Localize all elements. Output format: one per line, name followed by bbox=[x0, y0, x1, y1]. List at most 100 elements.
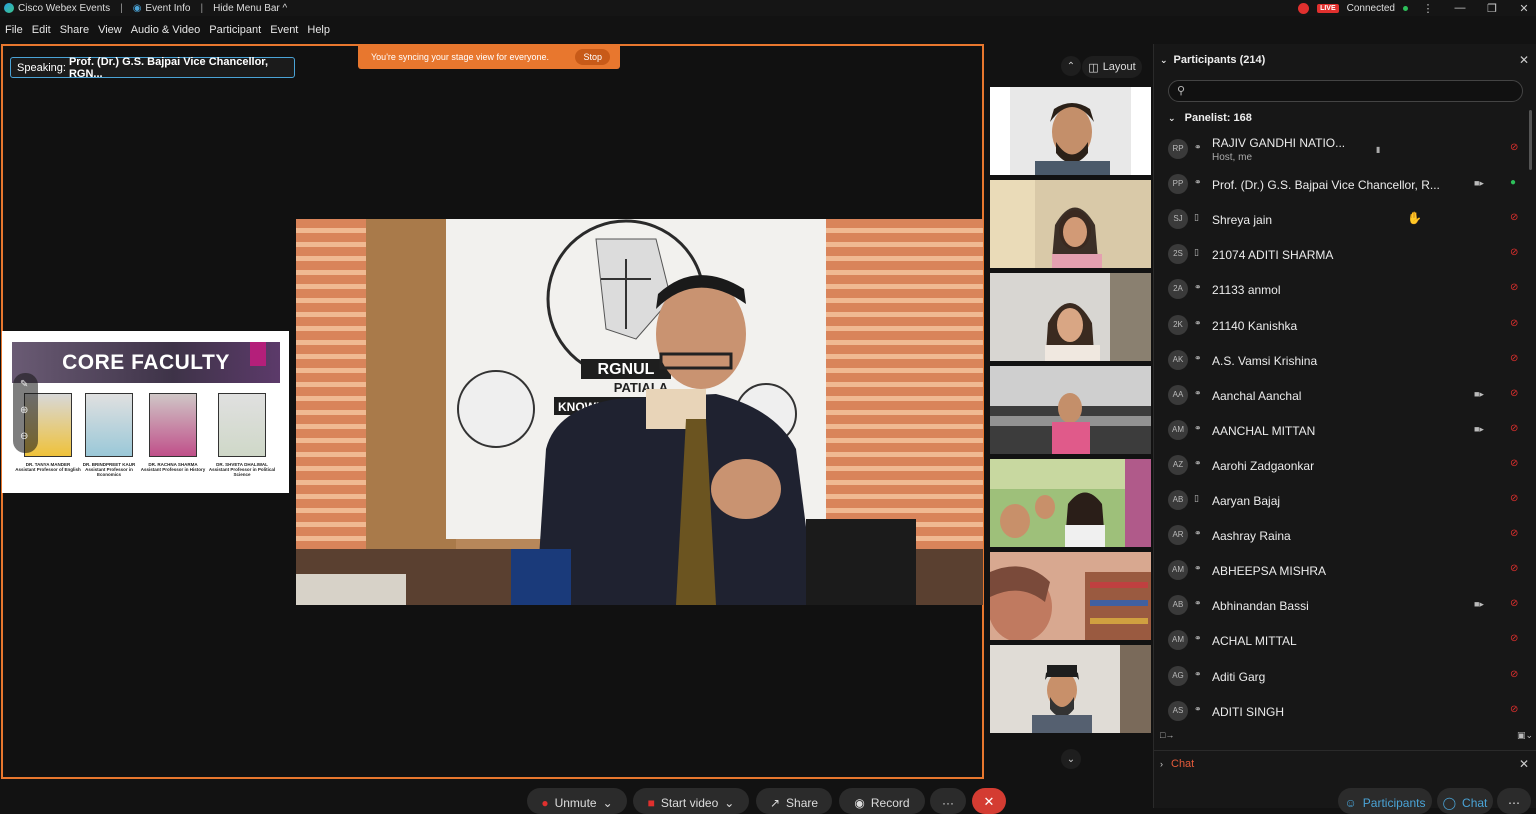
participant-row[interactable]: PP ⚭ Prof. (Dr.) G.S. Bajpai Vice Chancell… bbox=[1154, 167, 1536, 202]
filmstrip-scroll-up-button[interactable]: ⌃ bbox=[1061, 56, 1081, 76]
mic-muted-icon[interactable]: ⊘ bbox=[1510, 388, 1518, 399]
participant-video-thumbnail[interactable] bbox=[990, 366, 1151, 454]
participant-row[interactable]: AA ⚭ Aanchal Aanchal ■▸ ⊘ bbox=[1154, 378, 1536, 413]
more-options-icon[interactable]: ⋮ bbox=[1416, 2, 1440, 15]
participant-row[interactable]: RP ⚭ RAJIV GANDHI NATIO... Host, me ▮ ⊘ bbox=[1154, 132, 1536, 167]
zoom-in-icon[interactable]: ⊕ bbox=[20, 405, 28, 416]
mic-muted-icon[interactable]: ⊘ bbox=[1510, 669, 1518, 680]
start-video-button[interactable]: ■ Start video ⌄ bbox=[633, 788, 749, 814]
mic-muted-icon[interactable]: ⊘ bbox=[1510, 493, 1518, 504]
minimize-button[interactable]: — bbox=[1448, 2, 1472, 14]
mic-muted-icon[interactable]: ⊘ bbox=[1510, 423, 1518, 434]
leave-meeting-button[interactable]: ✕ bbox=[972, 788, 1006, 814]
share-button[interactable]: ↗ Share bbox=[756, 788, 832, 814]
menu-share[interactable]: Share bbox=[60, 24, 89, 40]
headset-icon: ⚭ bbox=[1194, 669, 1202, 679]
chat-toggle-button[interactable]: ◯ Chat bbox=[1437, 788, 1493, 814]
participant-video-thumbnail[interactable] bbox=[990, 180, 1151, 268]
participant-row[interactable]: AB ▯ Aaryan Bajaj ⊘ bbox=[1154, 483, 1536, 518]
mic-muted-icon[interactable]: ⊘ bbox=[1510, 563, 1518, 574]
annotate-icon[interactable]: ✎ bbox=[20, 379, 28, 390]
participant-row[interactable]: AB ⚭ Abhinandan Bassi ■▸ ⊘ bbox=[1154, 588, 1536, 623]
avatar: AM bbox=[1168, 630, 1188, 650]
zoom-out-icon[interactable]: ⊖ bbox=[20, 431, 28, 442]
participant-row[interactable]: AS ⚭ ADITI SINGH ⊘ bbox=[1154, 694, 1536, 729]
menu-view[interactable]: View bbox=[98, 24, 122, 40]
slide-annotation-toolbar[interactable]: ✎ ⊕ ⊖ bbox=[13, 373, 38, 453]
headset-icon: ⚭ bbox=[1194, 177, 1202, 187]
participant-video-thumbnail[interactable] bbox=[990, 87, 1151, 175]
menu-file[interactable]: File bbox=[5, 24, 23, 40]
layout-button[interactable]: ◫ Layout bbox=[1082, 56, 1142, 78]
participant-menu-icon[interactable]: ▣⌄ bbox=[1517, 730, 1533, 741]
participant-video-thumbnail[interactable] bbox=[990, 552, 1151, 640]
video-frame bbox=[990, 180, 1151, 268]
phone-icon: ▯ bbox=[1194, 212, 1199, 222]
restore-button[interactable]: ❐ bbox=[1480, 2, 1504, 15]
participants-toggle-button[interactable]: ☺ Participants bbox=[1338, 788, 1432, 814]
mic-muted-icon[interactable]: ⊘ bbox=[1510, 633, 1518, 644]
app-title: Cisco Webex Events bbox=[18, 2, 111, 14]
mic-muted-icon[interactable]: ⊘ bbox=[1510, 458, 1518, 469]
headset-icon: ⚭ bbox=[1194, 423, 1202, 433]
participant-row[interactable]: AM ⚭ ACHAL MITTAL ⊘ bbox=[1154, 623, 1536, 658]
mic-muted-icon[interactable]: ⊘ bbox=[1510, 598, 1518, 609]
title-separator: | bbox=[120, 2, 123, 14]
participants-panel-header[interactable]: ⌄ Participants (214) ✕ bbox=[1154, 44, 1536, 76]
participant-name: ADITI SINGH bbox=[1212, 705, 1285, 719]
participant-name: ABHEEPSA MISHRA bbox=[1212, 564, 1327, 578]
menu-help[interactable]: Help bbox=[307, 24, 330, 40]
admit-icon[interactable]: □→ bbox=[1160, 730, 1174, 740]
mic-muted-icon[interactable]: ⊘ bbox=[1510, 353, 1518, 364]
hide-menu-bar-button[interactable]: Hide Menu Bar ^ bbox=[213, 3, 287, 14]
chat-panel-header[interactable]: › Chat ✕ bbox=[1154, 750, 1536, 776]
recording-icon bbox=[1298, 2, 1310, 14]
mic-muted-icon[interactable]: ⊘ bbox=[1510, 318, 1518, 329]
mic-muted-icon[interactable]: ⊘ bbox=[1510, 704, 1518, 715]
participant-video-thumbnail[interactable] bbox=[990, 273, 1151, 361]
participant-video-thumbnail[interactable] bbox=[990, 645, 1151, 733]
menu-event[interactable]: Event bbox=[270, 24, 298, 40]
unmute-button[interactable]: ● Unmute ⌄ bbox=[527, 788, 627, 814]
mic-muted-icon[interactable]: ⊘ bbox=[1510, 528, 1518, 539]
participant-row[interactable]: 2K ⚭ 21140 Kanishka ⊘ bbox=[1154, 308, 1536, 343]
participant-search-box[interactable]: ⚲ bbox=[1168, 80, 1523, 102]
menu-participant[interactable]: Participant bbox=[209, 24, 261, 40]
participant-search-input[interactable] bbox=[1193, 83, 1513, 99]
participant-row[interactable]: AM ⚭ AANCHAL MITTAN ■▸ ⊘ bbox=[1154, 413, 1536, 448]
stop-sync-button[interactable]: Stop bbox=[575, 48, 610, 65]
participant-name: A.S. Vamsi Krishina bbox=[1212, 354, 1318, 368]
participant-row[interactable]: 2A ⚭ 21133 anmol ⊘ bbox=[1154, 272, 1536, 307]
panelist-group-header[interactable]: ⌄ Panelist: 168 bbox=[1168, 112, 1252, 124]
menu-edit[interactable]: Edit bbox=[32, 24, 51, 40]
close-window-button[interactable]: ✕ bbox=[1512, 2, 1536, 15]
participant-name: Aaryan Bajaj bbox=[1212, 494, 1281, 508]
video-frame bbox=[990, 552, 1151, 640]
participant-row[interactable]: AZ ⚭ Aarohi Zadgaonkar ⊘ bbox=[1154, 448, 1536, 483]
title-separator: | bbox=[200, 2, 204, 14]
participant-row[interactable]: AR ⚭ Aashray Raina ⊘ bbox=[1154, 518, 1536, 553]
mic-active-icon[interactable]: ● bbox=[1510, 177, 1516, 188]
event-info-button[interactable]: Event Info bbox=[145, 3, 190, 14]
more-options-button[interactable]: ··· bbox=[930, 788, 966, 814]
participant-row[interactable]: 2S ▯ 21074 ADITI SHARMA ⊘ bbox=[1154, 237, 1536, 272]
participant-row[interactable]: SJ ▯ Shreya jain ✋ ⊘ bbox=[1154, 202, 1536, 237]
participant-row[interactable]: AK ⚭ A.S. Vamsi Krishina ⊘ bbox=[1154, 343, 1536, 378]
filmstrip-scroll-down-button[interactable]: ⌄ bbox=[1061, 749, 1081, 769]
panel-more-button[interactable]: ⋯ bbox=[1497, 788, 1531, 814]
close-icon[interactable]: ✕ bbox=[1519, 53, 1529, 67]
record-button[interactable]: ◉ Record bbox=[839, 788, 925, 814]
participant-row[interactable]: AM ⚭ ABHEEPSA MISHRA ⊘ bbox=[1154, 553, 1536, 588]
connection-status: Connected bbox=[1346, 2, 1395, 14]
participant-video-thumbnail[interactable] bbox=[990, 459, 1151, 547]
participant-row[interactable]: AG ⚭ Aditi Garg ⊘ bbox=[1154, 659, 1536, 694]
mic-muted-icon[interactable]: ⊘ bbox=[1510, 142, 1518, 153]
close-icon[interactable]: ✕ bbox=[1519, 757, 1529, 771]
menu-audio-video[interactable]: Audio & Video bbox=[131, 24, 201, 40]
title-bar: Cisco Webex Events | ◉ Event Info | Hide… bbox=[0, 0, 1536, 16]
avatar: AG bbox=[1168, 666, 1188, 686]
mic-muted-icon[interactable]: ⊘ bbox=[1510, 247, 1518, 258]
mic-muted-icon[interactable]: ⊘ bbox=[1510, 282, 1518, 293]
shield-icon: ◉ bbox=[132, 2, 142, 14]
mic-muted-icon[interactable]: ⊘ bbox=[1510, 212, 1518, 223]
